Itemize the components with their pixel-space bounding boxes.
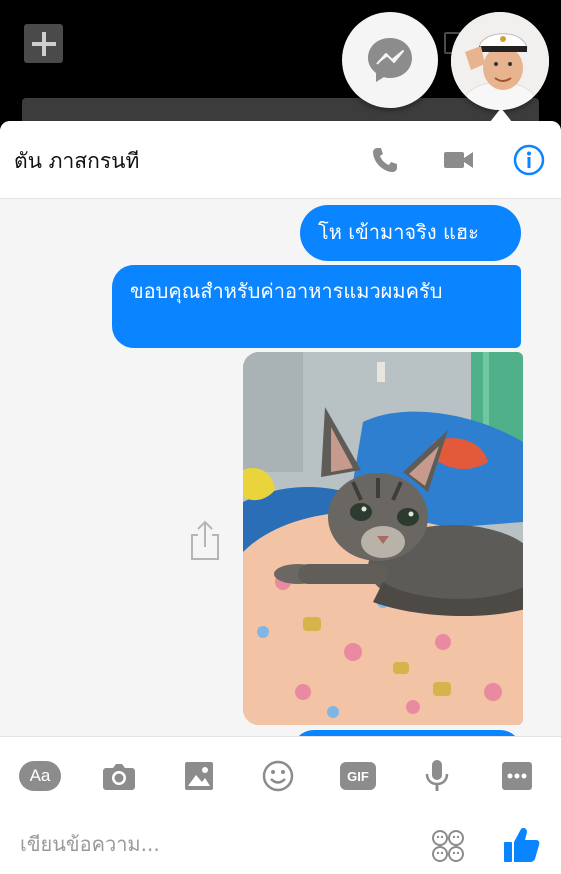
composer-toolbar: Aa GIF	[0, 736, 561, 814]
text-format-button[interactable]: Aa	[19, 755, 61, 797]
screen: ตัน ภาสกรนที โห เข้ามาจริง แฮะ ขอบคุณสำห…	[0, 0, 561, 874]
smiley-icon[interactable]	[257, 755, 299, 797]
composer-input-row	[0, 814, 561, 874]
conversation-header: ตัน ภาสกรนที	[0, 121, 561, 199]
message-list[interactable]: โห เข้ามาจริง แฮะ ขอบคุณสำหรับค่าอาหารแม…	[0, 199, 561, 736]
conversation-panel: ตัน ภาสกรนที โห เข้ามาจริง แฮะ ขอบคุณสำห…	[0, 121, 561, 874]
emoji-icon[interactable]	[430, 828, 466, 864]
image-icon[interactable]	[178, 755, 220, 797]
phone-icon[interactable]	[368, 143, 402, 177]
messenger-chathead[interactable]	[342, 12, 438, 108]
messenger-icon	[368, 38, 412, 82]
contact-name[interactable]: ตัน ภาสกรนที	[14, 145, 139, 178]
chathead-pointer	[490, 108, 512, 122]
plus-icon[interactable]	[24, 24, 63, 63]
video-icon[interactable]	[442, 143, 476, 177]
info-icon[interactable]	[512, 143, 546, 177]
contact-avatar[interactable]	[451, 12, 549, 110]
message-bubble[interactable]: ขอบคุณสำหรับค่าอาหารแมวผมครับ	[112, 265, 521, 348]
mic-icon[interactable]	[416, 755, 458, 797]
cat-photo[interactable]	[243, 352, 523, 725]
more-icon[interactable]	[496, 755, 538, 797]
share-icon[interactable]	[188, 519, 222, 561]
camera-icon[interactable]	[98, 755, 140, 797]
gif-icon: GIF	[340, 762, 376, 790]
thumbs-up-icon[interactable]	[503, 826, 541, 864]
gif-button[interactable]: GIF	[337, 755, 379, 797]
message-input[interactable]	[20, 828, 400, 860]
message-bubble[interactable]: โห เข้ามาจริง แฮะ	[300, 205, 521, 261]
aa-icon: Aa	[19, 761, 61, 791]
